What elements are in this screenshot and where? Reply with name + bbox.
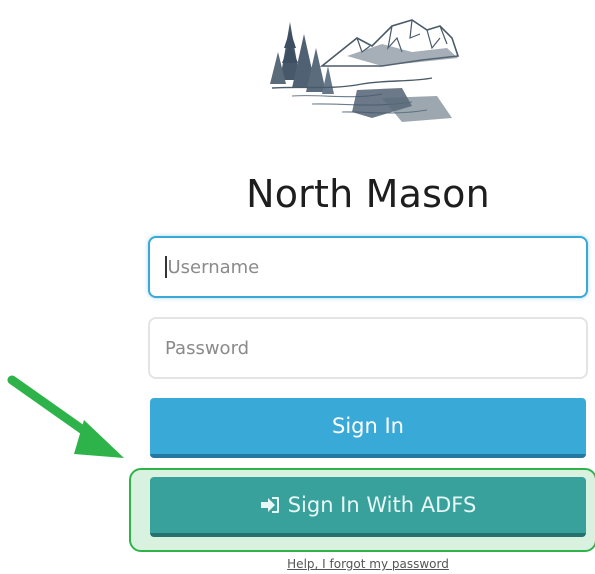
signin-button[interactable]: Sign In [150,398,586,458]
username-placeholder: Username [167,256,260,278]
login-page: North Mason Username Password Sign In Si… [0,0,595,574]
green-pointer-arrow [7,375,124,458]
signin-adfs-button[interactable]: Sign In With ADFS [150,477,586,537]
mountain-lake-trees-logo [270,19,460,122]
signin-adfs-label: Sign In With ADFS [287,493,477,517]
forgot-password-link[interactable]: Help, I forgot my password [148,557,588,571]
page-title: North Mason [246,172,490,216]
username-field[interactable]: Username [148,236,588,298]
password-field[interactable]: Password [148,317,588,379]
text-caret [165,256,167,278]
sign-in-arrow-icon [260,496,280,514]
password-placeholder: Password [165,337,250,359]
